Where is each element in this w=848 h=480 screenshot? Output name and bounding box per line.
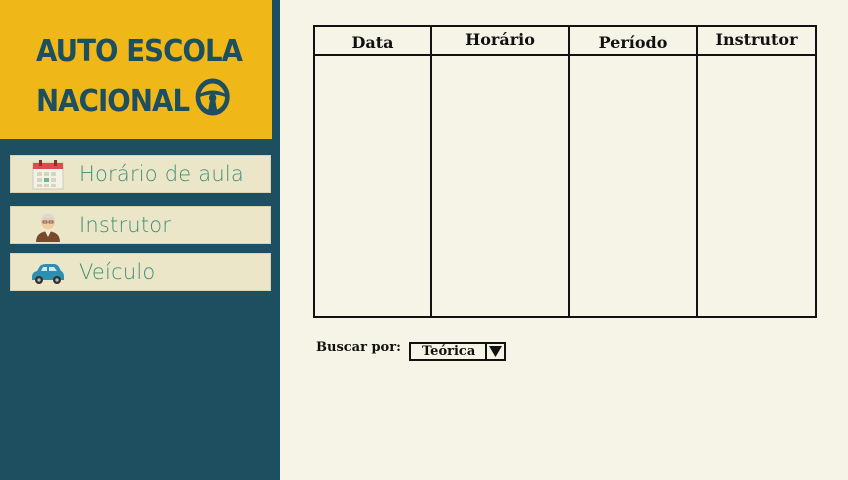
- menu-item-horario-de-aula[interactable]: Horário de aula: [10, 155, 271, 193]
- search-label: Buscar por:: [316, 340, 401, 355]
- menu-label-horario: Horário de aula: [79, 162, 244, 186]
- sidebar: AUTO ESCOLA NACIONAL Horário de aula Ins…: [0, 0, 280, 480]
- column-divider: [430, 27, 432, 316]
- dropdown-arrow-icon[interactable]: [485, 344, 504, 359]
- menu-label-veiculo: Veículo: [79, 260, 156, 284]
- column-header-data[interactable]: Data: [315, 33, 430, 52]
- menu-item-instrutor[interactable]: Instrutor: [10, 206, 271, 244]
- brand-line-1: AUTO ESCOLA: [36, 34, 243, 69]
- menu-item-veiculo[interactable]: Veículo: [10, 253, 271, 291]
- search-type-select[interactable]: Teórica: [409, 342, 506, 361]
- column-header-periodo[interactable]: Período: [570, 33, 696, 52]
- calendar-icon: [32, 160, 64, 190]
- steering-wheel-icon: [196, 78, 231, 116]
- car-icon: [32, 264, 64, 284]
- menu-label-instrutor: Instrutor: [79, 213, 172, 237]
- brand-line-2: NACIONAL: [36, 84, 190, 119]
- schedule-table: Data Horário Período Instrutor: [313, 25, 817, 318]
- column-header-instrutor[interactable]: Instrutor: [698, 30, 815, 49]
- column-divider: [568, 27, 570, 316]
- search-select-value: Teórica: [422, 344, 476, 359]
- column-header-horario[interactable]: Horário: [432, 30, 568, 49]
- brand-header: AUTO ESCOLA NACIONAL: [0, 0, 276, 143]
- column-divider: [696, 27, 698, 316]
- instructor-icon: [36, 213, 60, 242]
- brand-title: AUTO ESCOLA NACIONAL: [36, 27, 243, 127]
